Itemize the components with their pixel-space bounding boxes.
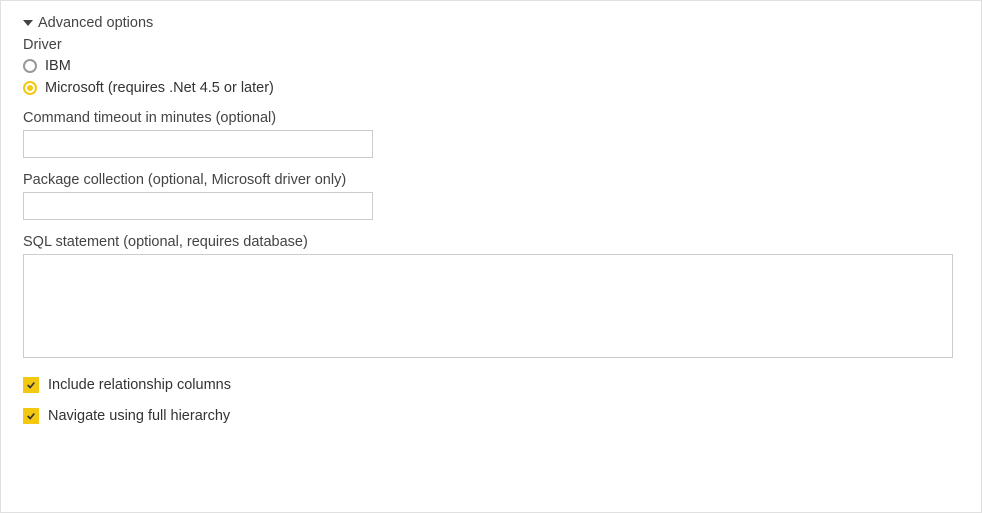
include-relationship-label: Include relationship columns	[48, 377, 231, 393]
sql-statement-input[interactable]	[23, 254, 953, 358]
driver-group-label: Driver	[23, 37, 957, 53]
checkbox-checked-icon	[23, 408, 39, 424]
sql-label: SQL statement (optional, requires databa…	[23, 234, 957, 250]
package-label: Package collection (optional, Microsoft …	[23, 172, 957, 188]
include-relationship-checkbox[interactable]: Include relationship columns	[23, 377, 957, 393]
driver-radio-ibm[interactable]: IBM	[23, 58, 957, 74]
navigate-hierarchy-label: Navigate using full hierarchy	[48, 408, 230, 424]
radio-icon	[23, 59, 37, 73]
advanced-options-title: Advanced options	[38, 15, 153, 31]
timeout-input[interactable]	[23, 130, 373, 158]
advanced-options-panel: Advanced options Driver IBM Microsoft (r…	[0, 0, 982, 513]
navigate-hierarchy-checkbox[interactable]: Navigate using full hierarchy	[23, 408, 957, 424]
advanced-options-toggle[interactable]: Advanced options	[23, 15, 957, 31]
timeout-label: Command timeout in minutes (optional)	[23, 110, 957, 126]
package-input[interactable]	[23, 192, 373, 220]
driver-radio-ibm-label: IBM	[45, 58, 71, 74]
checkbox-checked-icon	[23, 377, 39, 393]
driver-radio-microsoft-label: Microsoft (requires .Net 4.5 or later)	[45, 80, 274, 96]
chevron-down-icon	[23, 20, 33, 26]
driver-radio-microsoft[interactable]: Microsoft (requires .Net 4.5 or later)	[23, 80, 957, 96]
radio-selected-dot-icon	[27, 85, 33, 91]
radio-icon	[23, 81, 37, 95]
